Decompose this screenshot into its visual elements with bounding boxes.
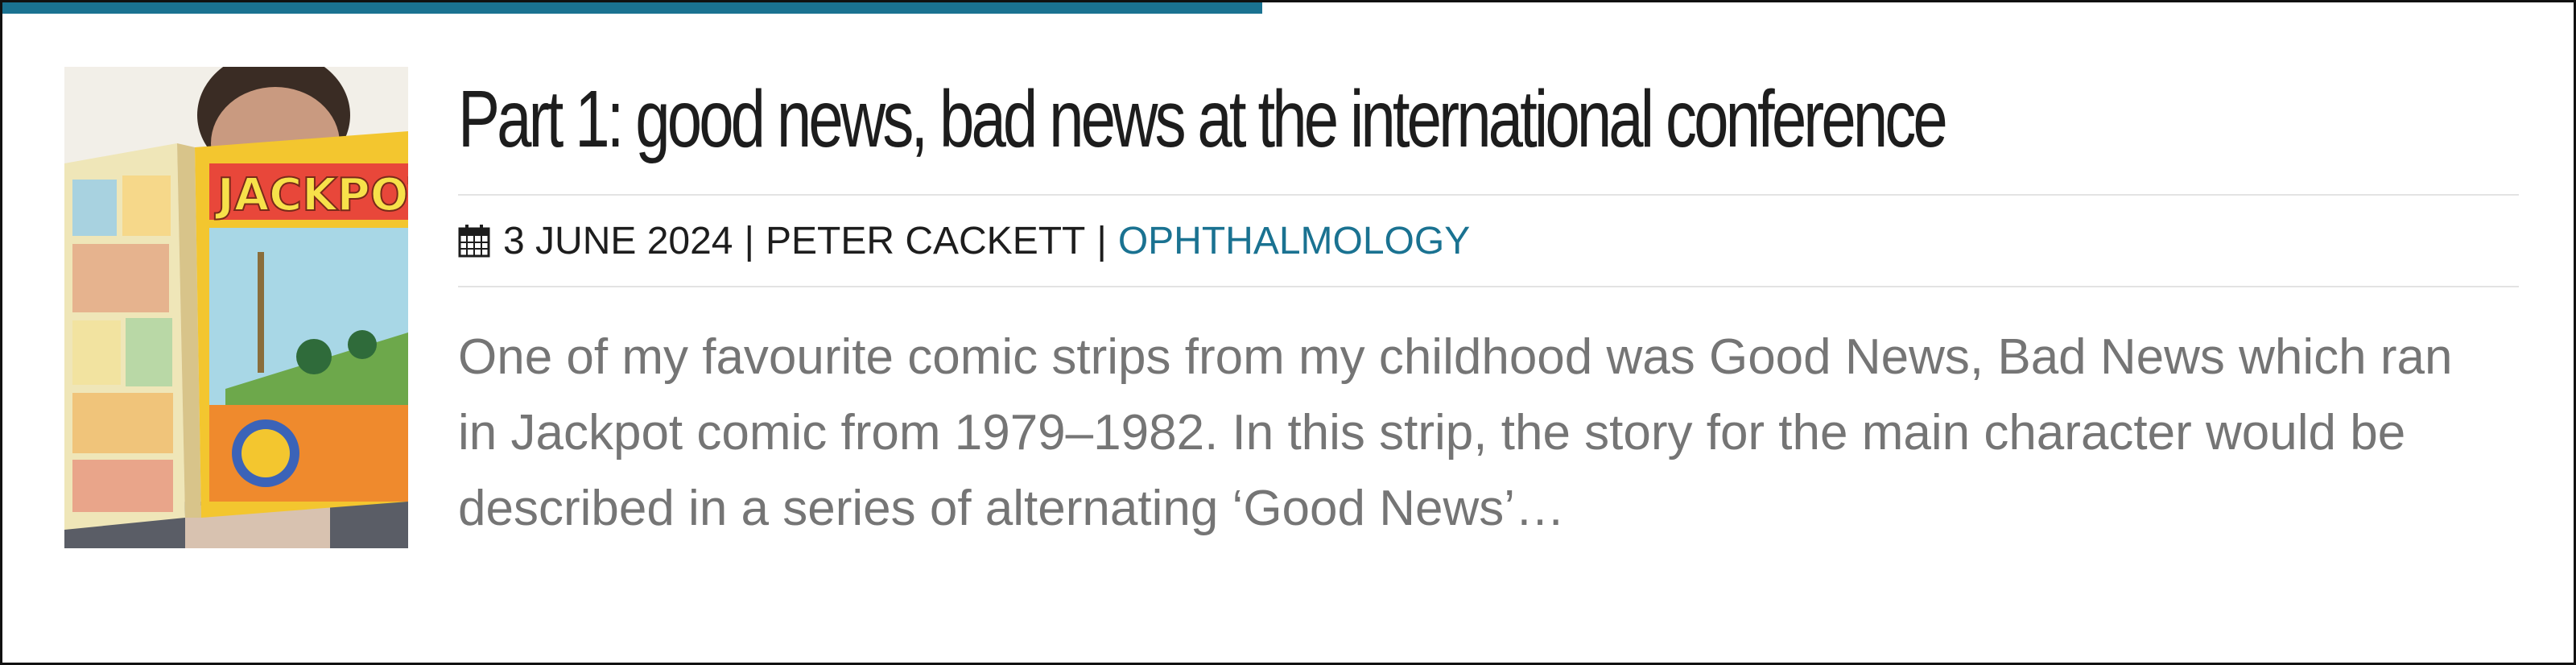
meta-separator: | xyxy=(1096,219,1107,262)
meta-separator: | xyxy=(744,219,754,262)
post-excerpt: One of my favourite comic strips from my… xyxy=(458,329,2453,536)
reading-progress-bar xyxy=(2,2,1263,14)
post-content: Part 1: good news, bad news at the inter… xyxy=(458,51,2519,547)
post-card: JACKPOT Part 1: good news, bad news at t… xyxy=(0,0,2576,665)
comic-reader-image: JACKPOT xyxy=(64,67,408,548)
svg-text:JACKPOT: JACKPOT xyxy=(214,169,408,221)
post-meta: 3 JUNE 2024 | PETER CACKETT | OPHTHALMOL… xyxy=(458,194,2519,287)
post-author: PETER CACKETT xyxy=(765,219,1086,262)
post-date: 3 JUNE 2024 xyxy=(503,219,733,262)
calendar-icon xyxy=(458,224,490,258)
post-thumbnail[interactable]: JACKPOT xyxy=(64,67,408,548)
post-category-link[interactable]: OPHTHALMOLOGY xyxy=(1118,219,1470,263)
post-title[interactable]: Part 1: good news, bad news at the inter… xyxy=(458,51,2066,188)
